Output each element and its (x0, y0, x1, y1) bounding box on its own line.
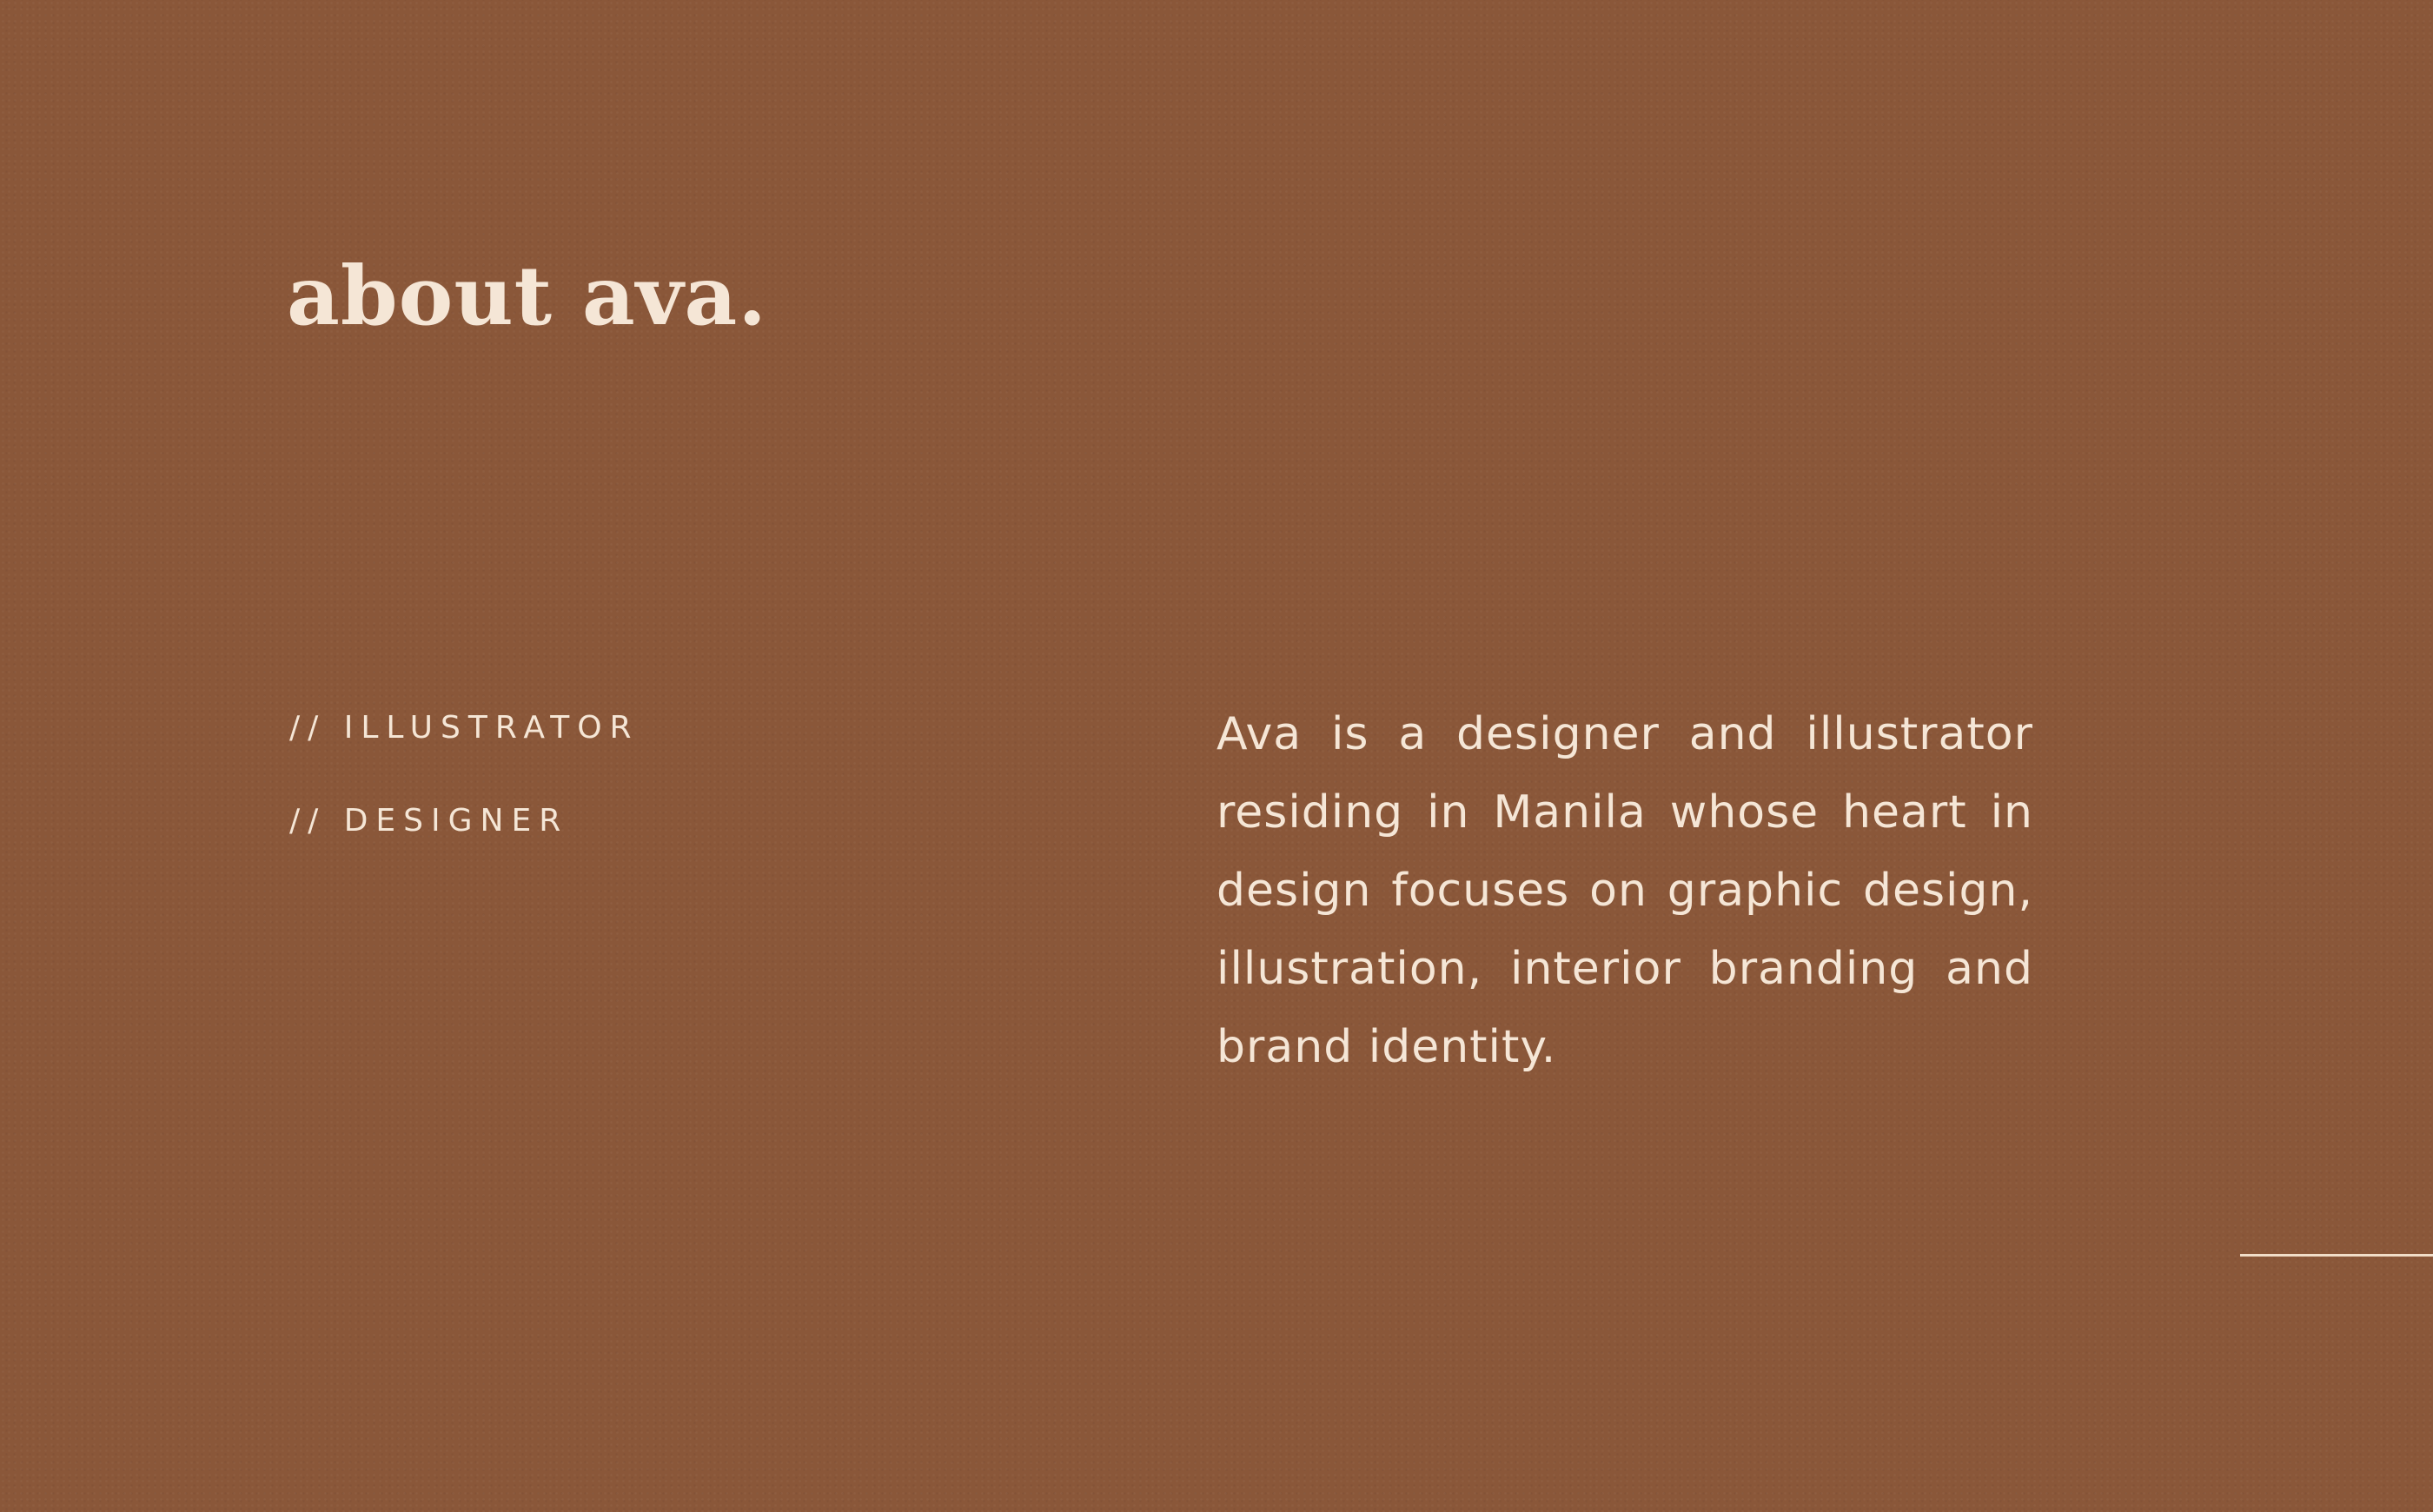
role-illustrator: // ILLUSTRATOR (289, 710, 640, 746)
page-title: about ava. (287, 249, 767, 344)
decorative-divider (2240, 1254, 2433, 1257)
role-list: // ILLUSTRATOR // DESIGNER (289, 711, 640, 897)
role-designer: // DESIGNER (289, 803, 569, 839)
bio-paragraph: Ava is a designer and illustrator residi… (1216, 708, 2033, 1073)
